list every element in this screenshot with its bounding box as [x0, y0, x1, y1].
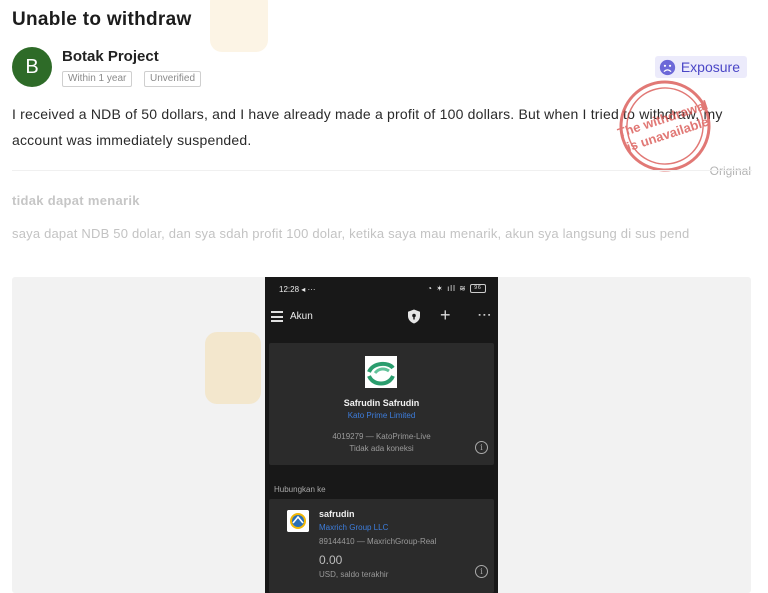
- account-company[interactable]: Kato Prime Limited: [269, 411, 494, 420]
- app-title: Akun: [290, 311, 313, 322]
- sad-face-icon: [659, 59, 675, 75]
- verification-tag: Unverified: [144, 71, 202, 87]
- maxrich-logo: [287, 510, 309, 532]
- account-name: Safrudin Safrudin: [343, 398, 420, 408]
- watermark-top: [210, 0, 268, 52]
- linked-account-company[interactable]: Maxrich Group LLC: [319, 523, 388, 532]
- shield-icon[interactable]: [407, 309, 421, 324]
- status-time: 12:28 ◂ ···: [279, 285, 316, 294]
- balance-label: USD, saldo terakhir: [319, 570, 389, 579]
- exposure-badge[interactable]: Exposure: [654, 56, 747, 78]
- withdrawal-unavailable-stamp: The withdrawal is unavailable: [616, 80, 711, 172]
- attached-phone-screenshot[interactable]: 12:28 ◂ ··· ◔ ✶ ıll ≋ 96 Akun + ⋮ Safrud…: [265, 277, 498, 593]
- more-options-icon[interactable]: ⋮: [477, 308, 493, 319]
- kato-prime-logo: [365, 356, 397, 388]
- account-number: 4019279 — KatoPrime-Live: [332, 432, 431, 441]
- linked-account-number: 89144410 — MaxrichGroup-Real: [319, 537, 437, 546]
- author-name[interactable]: Botak Project: [62, 48, 159, 65]
- translation-title: tidak dapat menarik: [12, 193, 140, 208]
- post-title: Unable to withdraw: [12, 9, 192, 30]
- info-icon[interactable]: i: [475, 565, 488, 578]
- connect-label: Hubungkan ke: [274, 485, 326, 494]
- divider: [12, 170, 752, 171]
- account-card[interactable]: Safrudin Safrudin Kato Prime Limited 401…: [269, 343, 494, 465]
- avatar[interactable]: B: [12, 47, 52, 87]
- tenure-tag: Within 1 year: [62, 71, 133, 87]
- status-icons: ◔ ✶ ıll ≋ 96: [427, 284, 486, 294]
- linked-account-name: safrudin: [319, 509, 355, 519]
- menu-icon[interactable]: [271, 311, 283, 325]
- battery-icon: 96: [470, 284, 486, 294]
- exposure-label: Exposure: [680, 59, 740, 75]
- info-icon[interactable]: i: [475, 441, 488, 454]
- linked-account-balance: 0.00: [319, 553, 343, 567]
- original-link[interactable]: Original: [710, 164, 751, 178]
- plus-icon[interactable]: +: [440, 306, 451, 324]
- linked-account-card[interactable]: safrudin Maxrich Group LLC 89144410 — Ma…: [269, 499, 494, 593]
- connection-status: Tidak ada koneksi: [349, 444, 414, 453]
- translation-body: saya dapat NDB 50 dolar, dan sya sdah pr…: [12, 226, 690, 241]
